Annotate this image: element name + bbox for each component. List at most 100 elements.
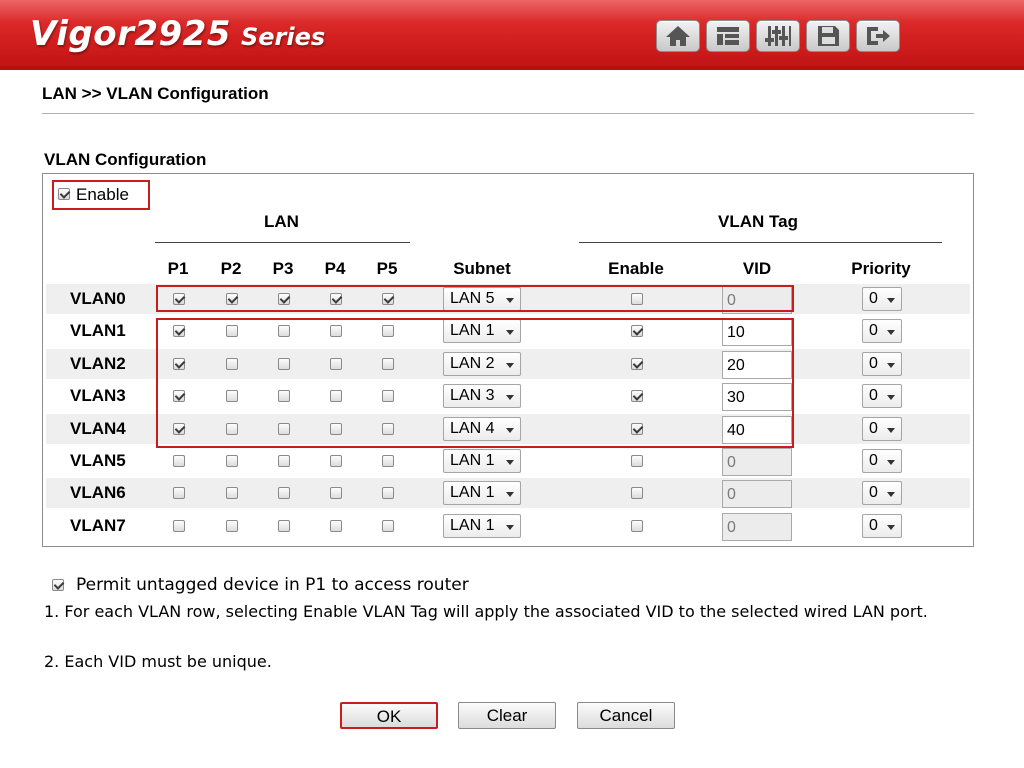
lan-group-rule — [155, 242, 410, 243]
chevron-down-icon — [887, 298, 895, 303]
vlan-tag-enable-checkbox[interactable] — [631, 358, 643, 370]
breadcrumb: LAN >> VLAN Configuration — [42, 84, 269, 103]
port-p5-checkbox[interactable] — [382, 358, 394, 370]
port-p3-checkbox[interactable] — [278, 423, 290, 435]
port-p2-checkbox[interactable] — [226, 358, 238, 370]
port-p1-checkbox[interactable] — [173, 325, 185, 337]
vid-input[interactable]: 20 — [722, 351, 792, 379]
port-p1-checkbox[interactable] — [173, 293, 185, 305]
subnet-select[interactable]: LAN 3 — [443, 384, 521, 408]
priority-value: 0 — [869, 484, 878, 501]
port-p5-checkbox[interactable] — [382, 455, 394, 467]
subnet-select[interactable]: LAN 1 — [443, 449, 521, 473]
priority-select[interactable]: 0 — [862, 287, 902, 311]
port-p2-checkbox[interactable] — [226, 455, 238, 467]
vlan-tag-enable-checkbox[interactable] — [631, 423, 643, 435]
vlan-name: VLAN5 — [70, 451, 126, 470]
home-icon[interactable] — [656, 20, 700, 52]
vlan-tag-enable-checkbox[interactable] — [631, 487, 643, 499]
vid-input[interactable]: 10 — [722, 318, 792, 346]
port-p3-checkbox[interactable] — [278, 520, 290, 532]
vlan-enable-label: Enable — [76, 185, 129, 204]
quick-start-icon[interactable] — [706, 20, 750, 52]
subnet-select[interactable]: LAN 1 — [443, 319, 521, 343]
vid-input[interactable]: 30 — [722, 383, 792, 411]
lan-group-label: LAN — [264, 212, 299, 231]
table-row: VLAN5 LAN 1 0 0 — [46, 446, 970, 476]
port-p3-checkbox[interactable] — [278, 487, 290, 499]
subnet-select[interactable]: LAN 1 — [443, 481, 521, 505]
chevron-down-icon — [887, 395, 895, 400]
header-nav — [656, 20, 900, 52]
port-p4-checkbox[interactable] — [330, 358, 342, 370]
port-p2-checkbox[interactable] — [226, 390, 238, 402]
port-p2-checkbox[interactable] — [226, 325, 238, 337]
port-p3-checkbox[interactable] — [278, 455, 290, 467]
vlan-enable-checkbox[interactable] — [58, 188, 70, 200]
port-p4-checkbox[interactable] — [330, 520, 342, 532]
port-p1-checkbox[interactable] — [173, 520, 185, 532]
priority-select[interactable]: 0 — [862, 352, 902, 376]
port-p3-checkbox[interactable] — [278, 390, 290, 402]
port-p1-checkbox[interactable] — [173, 487, 185, 499]
port-p2-checkbox[interactable] — [226, 487, 238, 499]
chevron-down-icon — [506, 363, 514, 368]
vlan-tag-enable-checkbox[interactable] — [631, 325, 643, 337]
port-p4-checkbox[interactable] — [330, 293, 342, 305]
port-p5-checkbox[interactable] — [382, 325, 394, 337]
priority-select[interactable]: 0 — [862, 449, 902, 473]
col-header-p1: P1 — [167, 259, 189, 278]
vlan-tag-enable-checkbox[interactable] — [631, 520, 643, 532]
port-p5-checkbox[interactable] — [382, 487, 394, 499]
table-row: VLAN0 LAN 5 0 0 — [46, 284, 970, 314]
port-p3-checkbox[interactable] — [278, 325, 290, 337]
port-p4-checkbox[interactable] — [330, 455, 342, 467]
permit-untagged-checkbox[interactable] — [52, 579, 64, 591]
priority-value: 0 — [869, 517, 878, 534]
vlan-tag-enable-checkbox[interactable] — [631, 390, 643, 402]
port-p4-checkbox[interactable] — [330, 390, 342, 402]
port-p2-checkbox[interactable] — [226, 423, 238, 435]
subnet-select[interactable]: LAN 4 — [443, 417, 521, 441]
port-p1-checkbox[interactable] — [173, 358, 185, 370]
port-p5-checkbox[interactable] — [382, 423, 394, 435]
vlan-tag-enable-checkbox[interactable] — [631, 455, 643, 467]
priority-value: 0 — [869, 452, 878, 469]
port-p1-checkbox[interactable] — [173, 455, 185, 467]
port-p3-checkbox[interactable] — [278, 293, 290, 305]
port-p4-checkbox[interactable] — [330, 423, 342, 435]
priority-select[interactable]: 0 — [862, 384, 902, 408]
priority-select[interactable]: 0 — [862, 514, 902, 538]
chevron-down-icon — [506, 395, 514, 400]
port-p2-checkbox[interactable] — [226, 520, 238, 532]
clear-button[interactable]: Clear — [458, 702, 556, 729]
port-p4-checkbox[interactable] — [330, 325, 342, 337]
port-p3-checkbox[interactable] — [278, 358, 290, 370]
vid-input[interactable]: 40 — [722, 416, 792, 444]
vlan-name: VLAN4 — [70, 419, 126, 438]
port-p5-checkbox[interactable] — [382, 520, 394, 532]
port-p1-checkbox[interactable] — [173, 423, 185, 435]
col-header-p3: P3 — [272, 259, 294, 278]
priority-value: 0 — [869, 387, 878, 404]
cancel-button[interactable]: Cancel — [577, 702, 675, 729]
subnet-value: LAN 1 — [450, 517, 495, 534]
priority-select[interactable]: 0 — [862, 481, 902, 505]
ok-button[interactable]: OK — [340, 702, 438, 729]
settings-icon[interactable] — [756, 20, 800, 52]
subnet-select[interactable]: LAN 1 — [443, 514, 521, 538]
vid-input: 0 — [722, 480, 792, 508]
port-p4-checkbox[interactable] — [330, 487, 342, 499]
save-icon[interactable] — [806, 20, 850, 52]
port-p5-checkbox[interactable] — [382, 293, 394, 305]
priority-select[interactable]: 0 — [862, 417, 902, 441]
subnet-select[interactable]: LAN 5 — [443, 287, 521, 311]
port-p2-checkbox[interactable] — [226, 293, 238, 305]
col-header-tag-enable: Enable — [608, 259, 664, 278]
subnet-select[interactable]: LAN 2 — [443, 352, 521, 376]
logout-icon[interactable] — [856, 20, 900, 52]
port-p1-checkbox[interactable] — [173, 390, 185, 402]
port-p5-checkbox[interactable] — [382, 390, 394, 402]
priority-select[interactable]: 0 — [862, 319, 902, 343]
vlan-tag-enable-checkbox[interactable] — [631, 293, 643, 305]
